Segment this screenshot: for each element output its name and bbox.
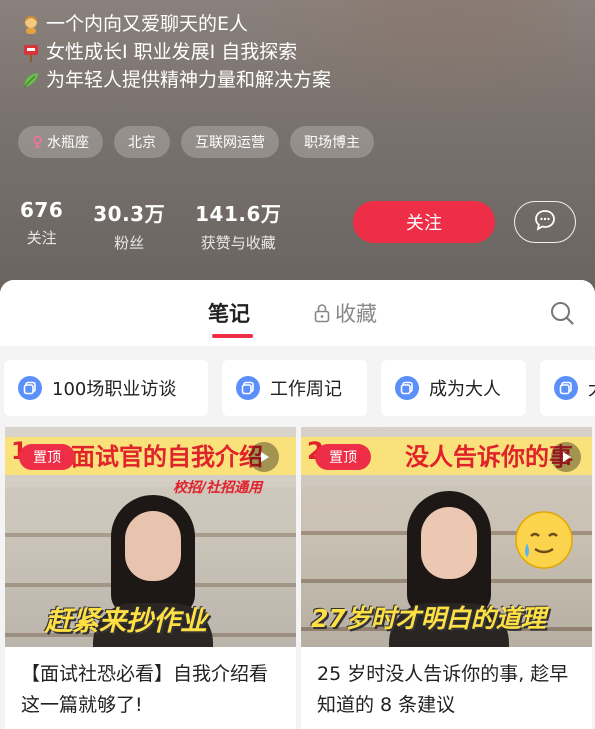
collection-item[interactable]: 成为大人 xyxy=(381,360,526,416)
tag-zodiac[interactable]: ♀ 水瓶座 xyxy=(18,126,103,158)
search-icon xyxy=(549,302,575,330)
tag-label: 互联网运营 xyxy=(195,135,265,151)
chat-bubble-icon xyxy=(533,208,557,236)
stat-label: 粉丝 xyxy=(114,234,145,252)
tag-label: 职场博主 xyxy=(304,135,360,151)
collection-icon xyxy=(18,376,42,400)
tag-label: 北京 xyxy=(128,135,156,151)
note-title[interactable]: 【面试社恐必看】自我介绍看这一篇就够了! xyxy=(21,659,283,721)
note-card[interactable]: 2 没人告诉你的事 置顶 27岁时才明白的道理 25 岁时没人告诉你的事, 趁早… xyxy=(301,427,592,729)
collection-item[interactable]: 100场职业访谈 xyxy=(4,360,208,416)
message-button[interactable] xyxy=(514,201,576,243)
content-panel: 笔记 收藏 100场职业访谈 工作周记 成为大人 大 xyxy=(0,280,595,729)
stat-followers[interactable]: 30.3万 粉丝 xyxy=(93,198,165,253)
bio-line-3: 为年轻人提供精神力量和解决方案 xyxy=(20,66,331,94)
sweat-smile-emoji-icon xyxy=(513,509,575,575)
tab-notes[interactable]: 笔记 xyxy=(208,298,250,328)
stat-label: 获赞与收藏 xyxy=(200,234,276,252)
collection-icon xyxy=(554,376,578,400)
collection-icon xyxy=(236,376,260,400)
stat-label: 关注 xyxy=(26,229,57,247)
collection-item[interactable]: 工作周记 xyxy=(222,360,367,416)
collection-label: 成为大人 xyxy=(429,379,501,400)
pinned-badge: 置顶 xyxy=(19,444,75,470)
bio-text: 为年轻人提供精神力量和解决方案 xyxy=(46,69,332,91)
stat-number: 30.3万 xyxy=(93,202,166,226)
thumbnail-subtitle: 校招/社招通用 xyxy=(173,480,263,496)
note-thumbnail[interactable]: 1 面试官的自我介绍 校招/社招通用 置顶 赶紧来抄作业 xyxy=(5,427,296,647)
thumbnail-caption: 赶紧来抄作业 xyxy=(45,606,207,637)
note-card[interactable]: 1 面试官的自我介绍 校招/社招通用 置顶 赶紧来抄作业 【面试社恐必看】自我介… xyxy=(5,427,296,729)
active-tab-indicator xyxy=(212,334,253,338)
stat-number: 676 xyxy=(20,198,64,222)
search-button[interactable] xyxy=(549,300,575,330)
tag-category[interactable]: 职场博主 xyxy=(290,126,374,158)
person-emoji-icon xyxy=(20,13,42,35)
note-thumbnail[interactable]: 2 没人告诉你的事 置顶 27岁时才明白的道理 xyxy=(301,427,592,647)
tab-bar: 笔记 收藏 xyxy=(0,280,595,346)
bio-text: 一个内向又爱聊天的E人 xyxy=(46,13,249,35)
collection-label: 工作周记 xyxy=(270,379,342,400)
bio-line-2: 女性成长I 职业发展I 自我探索 xyxy=(20,38,331,66)
female-icon: ♀ xyxy=(32,133,43,151)
video-play-icon xyxy=(551,442,581,472)
mailbox-emoji-icon xyxy=(20,41,42,63)
tag-profession[interactable]: 互联网运营 xyxy=(181,126,279,158)
tab-label: 收藏 xyxy=(335,302,377,326)
stat-number: 141.6万 xyxy=(195,202,282,226)
pinned-badge: 置顶 xyxy=(315,444,371,470)
thumbnail-caption: 27岁时才明白的道理 xyxy=(311,604,546,633)
note-title[interactable]: 25 岁时没人告诉你的事, 趁早知道的 8 条建议 xyxy=(317,659,579,721)
stat-following[interactable]: 676 关注 xyxy=(20,198,63,253)
collections-row: 100场职业访谈 工作周记 成为大人 大 xyxy=(0,360,595,416)
follow-button[interactable]: 关注 xyxy=(353,201,495,243)
tab-label: 笔记 xyxy=(208,302,250,326)
thumbnail-title: 面试官的自我介绍 xyxy=(71,443,263,471)
profile-tags: ♀ 水瓶座 北京 互联网运营 职场博主 xyxy=(18,126,374,158)
thumbnail-title: 没人告诉你的事 xyxy=(405,443,573,471)
bio-line-1: 一个内向又爱聊天的E人 xyxy=(20,10,331,38)
tag-label: 水瓶座 xyxy=(47,135,89,151)
bio-text: 女性成长I 职业发展I 自我探索 xyxy=(46,41,298,63)
leaf-emoji-icon xyxy=(20,69,42,91)
profile-stats: 676 关注 30.3万 粉丝 141.6万 获赞与收藏 xyxy=(20,198,311,253)
profile-bio: 一个内向又爱聊天的E人 女性成长I 职业发展I 自我探索 为年轻人提供精神力量和… xyxy=(20,10,331,94)
collection-item[interactable]: 大 xyxy=(540,360,595,416)
tag-location[interactable]: 北京 xyxy=(114,126,170,158)
collection-label: 大 xyxy=(588,375,595,401)
lock-icon xyxy=(313,303,331,323)
stat-likes-and-favorites[interactable]: 141.6万 获赞与收藏 xyxy=(195,198,281,253)
profile-header: 一个内向又爱聊天的E人 女性成长I 职业发展I 自我探索 为年轻人提供精神力量和… xyxy=(0,0,595,292)
collection-icon xyxy=(395,376,419,400)
tab-favorites[interactable]: 收藏 xyxy=(313,298,377,328)
collection-label: 100场职业访谈 xyxy=(52,379,177,400)
video-play-icon xyxy=(249,442,279,472)
